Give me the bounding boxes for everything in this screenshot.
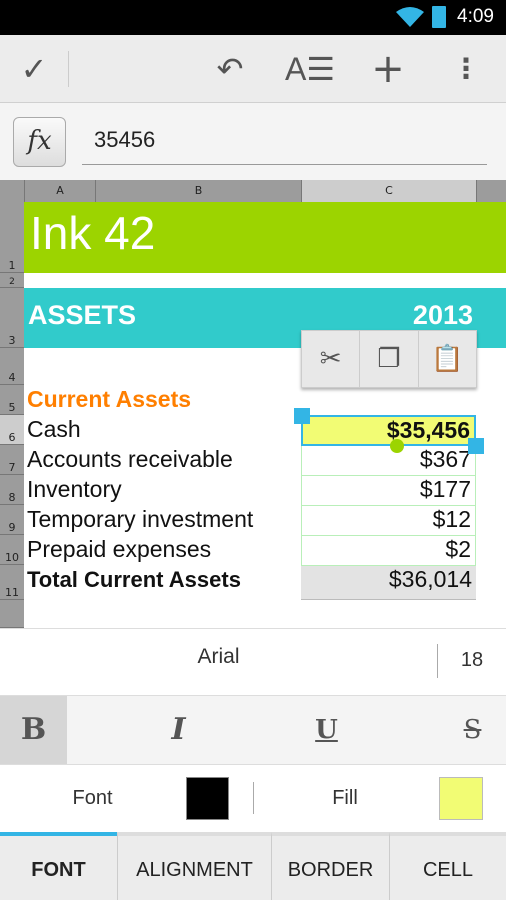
fill-color-label: Fill — [332, 787, 358, 809]
item-label[interactable]: Accounts receivable — [27, 446, 233, 473]
fill-color-swatch[interactable] — [439, 777, 483, 820]
tab-alignment[interactable]: ALIGNMENT — [117, 832, 271, 900]
copy-icon[interactable]: ❐ — [360, 331, 419, 387]
text-format-icon[interactable]: A☰ — [285, 49, 335, 89]
selection-handle[interactable] — [468, 438, 484, 454]
item-value[interactable]: $12 — [301, 506, 476, 536]
undo-icon[interactable]: ↶ — [205, 49, 255, 89]
tab-border[interactable]: BORDER — [271, 832, 389, 900]
paste-icon[interactable]: 📋 — [419, 331, 476, 387]
item-label[interactable]: Inventory — [27, 476, 122, 503]
row-6[interactable]: 6 — [0, 415, 24, 445]
row-9[interactable]: 9 — [0, 505, 24, 535]
row-8[interactable]: 8 — [0, 475, 24, 505]
item-value[interactable]: $2 — [301, 536, 476, 566]
font-color-swatch[interactable] — [186, 777, 229, 820]
row-4[interactable]: 4 — [0, 348, 24, 385]
add-icon[interactable]: + — [363, 49, 413, 89]
font-size-select[interactable]: 18 — [438, 649, 506, 672]
column-a[interactable]: A — [24, 180, 95, 202]
row-3[interactable]: 3 — [0, 288, 24, 348]
wifi-icon — [396, 7, 424, 27]
row-11[interactable]: 11 — [0, 565, 24, 600]
row-7[interactable]: 7 — [0, 445, 24, 475]
divider — [68, 51, 69, 87]
row-5[interactable]: 5 — [0, 385, 24, 415]
check-icon[interactable]: ✓ — [9, 49, 59, 89]
total-label[interactable]: Total Current Assets — [27, 567, 241, 593]
item-value[interactable]: $367 — [301, 446, 476, 476]
year-cell[interactable]: 2013 — [380, 300, 473, 331]
selection-handle[interactable] — [294, 408, 310, 424]
column-d[interactable] — [476, 180, 506, 202]
clock: 4:09 — [457, 6, 494, 27]
font-name-select[interactable]: Arial — [0, 645, 437, 669]
row-12[interactable] — [0, 600, 24, 628]
row-1[interactable]: 1 — [0, 202, 24, 273]
selected-cell[interactable]: $35,456 — [301, 415, 476, 446]
item-label[interactable]: Cash — [27, 416, 81, 443]
cut-icon[interactable]: ✂ — [302, 331, 361, 387]
style-row — [0, 695, 506, 765]
overflow-menu-icon[interactable]: ⋮ — [441, 49, 491, 89]
title-cell[interactable]: Ink 42 — [24, 202, 506, 273]
column-c[interactable]: C — [301, 180, 476, 202]
item-label[interactable]: Temporary investment — [27, 506, 253, 533]
function-button[interactable]: fx — [13, 117, 66, 167]
column-b[interactable]: B — [95, 180, 301, 202]
row-2[interactable]: 2 — [0, 273, 24, 288]
underline-button[interactable]: U — [293, 696, 360, 764]
total-value[interactable]: $36,014 — [301, 566, 476, 600]
context-menu: ✂ ❐ 📋 — [301, 330, 477, 388]
divider — [253, 782, 254, 814]
strikethrough-button[interactable]: S — [439, 696, 506, 764]
bold-button[interactable]: B — [0, 696, 67, 764]
tab-cell[interactable]: CELL — [389, 832, 506, 900]
item-label[interactable]: Prepaid expenses — [27, 536, 211, 563]
column-header: A B C — [0, 180, 506, 202]
subheading-cell[interactable]: Current Assets — [27, 386, 191, 413]
item-value[interactable]: $177 — [301, 476, 476, 506]
section-label[interactable]: ASSETS — [28, 300, 136, 331]
battery-icon — [432, 6, 446, 28]
fill-handle[interactable] — [390, 439, 404, 453]
row-10[interactable]: 10 — [0, 535, 24, 565]
formula-input[interactable]: 35456 — [82, 125, 487, 165]
italic-button[interactable]: I — [145, 696, 212, 764]
font-color-label: Font — [72, 787, 113, 809]
status-bar: 4:09 — [0, 0, 506, 35]
toolbar: ✓ ↶ A☰ + ⋮ — [0, 35, 506, 103]
tab-font[interactable]: FONT — [0, 832, 117, 900]
